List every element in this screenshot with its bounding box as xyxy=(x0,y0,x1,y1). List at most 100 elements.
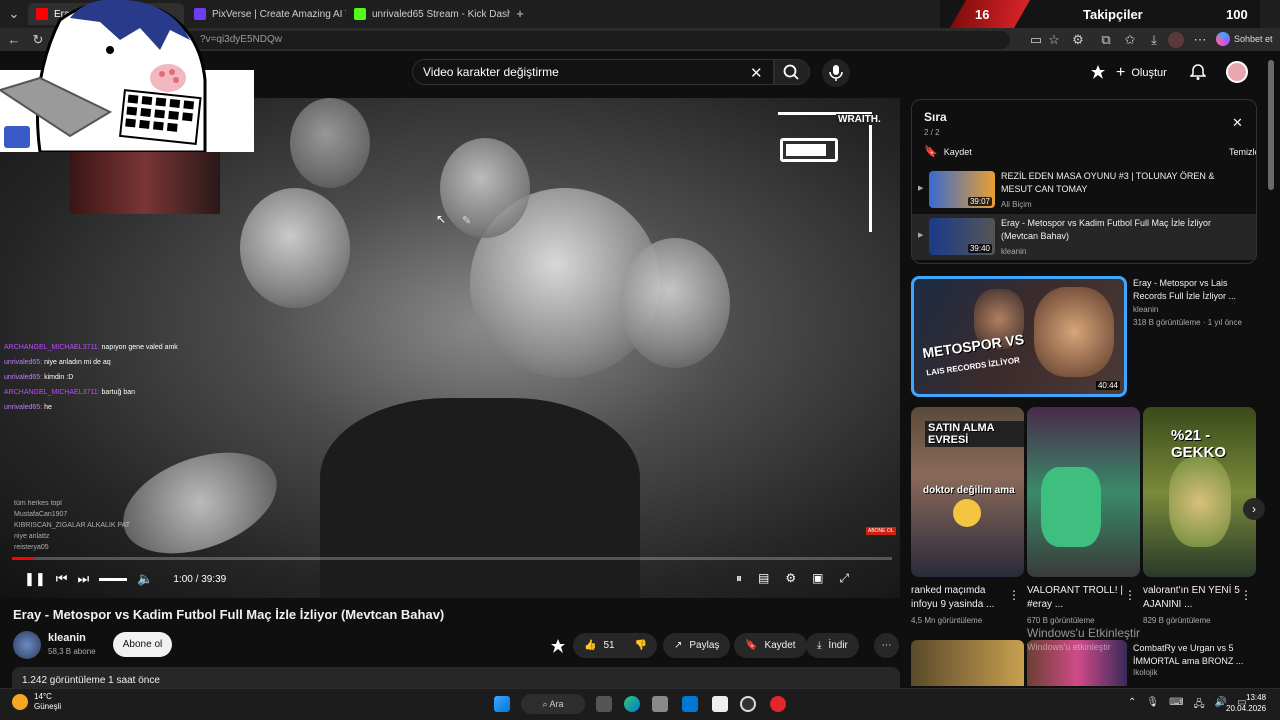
queue-item-title: Eray - Metospor vs Kadim Futbol Full Maç… xyxy=(1001,218,1212,241)
search-input[interactable]: Video karakter değiştirme xyxy=(412,59,774,85)
voice-search-button[interactable] xyxy=(822,59,850,87)
taskbar-search-label: Ara xyxy=(549,699,564,709)
more-horizontal-icon: ⋯ xyxy=(881,640,892,651)
mic-tray-icon[interactable]: 🎙 xyxy=(1146,697,1159,714)
obs-icon[interactable] xyxy=(740,696,756,712)
chat-username: unrivaled65: xyxy=(4,404,43,411)
clear-search-icon[interactable]: ✕ xyxy=(750,64,763,82)
file-icon[interactable] xyxy=(712,696,728,712)
player-controls-right: ⏸ ▤ ⚙ ▣ ⤢ xyxy=(736,571,849,586)
chat-line: niye anlattz xyxy=(14,533,50,540)
featured-thumbnail[interactable]: METOSPOR VS LAIS RECORDS İZLİYOR 40:44 xyxy=(911,276,1127,397)
queue-save-button[interactable]: 🔖 Kaydet xyxy=(924,145,972,158)
short-title[interactable]: valorant'ın EN YENİ 5 AJANINI ... xyxy=(1143,584,1243,612)
favorites-icon[interactable]: ✩ xyxy=(1122,32,1138,48)
extensions-icon[interactable]: ⚙ xyxy=(1070,32,1086,48)
notifications-bell-icon[interactable] xyxy=(1189,63,1207,81)
chat-message: niye anladın mi de aq xyxy=(44,359,111,366)
queue-item[interactable]: ▶ 39:40 Eray - Metospor vs Kadim Futbol … xyxy=(912,214,1256,260)
clip-icon[interactable]: ✎ xyxy=(462,214,471,227)
video-face xyxy=(290,98,370,188)
user-avatar[interactable] xyxy=(1226,61,1248,83)
edge-icon[interactable] xyxy=(624,696,640,712)
chat-username: unrivaled65: xyxy=(4,374,43,381)
plus-icon: + xyxy=(1116,64,1126,81)
tab-kick[interactable]: unrivaled65 Stream - Kick Dashboa ✕ xyxy=(346,3,510,25)
weather-widget[interactable]: 14°C Güneşli xyxy=(12,692,61,712)
taskbar-clock[interactable]: 13:48 20.04.2026 xyxy=(1226,692,1266,714)
more-vertical-icon[interactable]: ⋮ xyxy=(1240,588,1252,602)
recommendation-thumbnail[interactable] xyxy=(911,640,1024,686)
new-tab-icon[interactable]: + xyxy=(512,6,528,22)
copilot-button[interactable]: Sohbet et xyxy=(1216,32,1273,46)
channel-name[interactable]: kleanin xyxy=(48,632,86,644)
video-progress-bar[interactable] xyxy=(12,557,892,560)
like-icon[interactable]: 👍 xyxy=(584,640,596,651)
download-button[interactable]: ⤓ İndir xyxy=(806,633,859,658)
chat-line: ARCHANGEL_MICHAEL3711: bartuğ ban xyxy=(4,385,204,400)
short-title[interactable]: VALORANT TROLL! | #eray ... xyxy=(1027,584,1127,612)
dislike-icon[interactable]: 👎 xyxy=(635,640,647,651)
taskbar-search[interactable]: ⌕ Ara xyxy=(521,694,585,714)
create-video-icon[interactable] xyxy=(1090,64,1106,80)
short-title[interactable]: ranked maçımda infoyu 9 yasinda ... xyxy=(911,584,1011,612)
store-icon[interactable] xyxy=(652,696,668,712)
save-label: Kaydet xyxy=(764,640,796,651)
subscribe-button[interactable]: Abone ol xyxy=(113,632,172,657)
recommendation-title[interactable]: CombatRy ve Urgan vs 5 İMMORTAL ama BRON… xyxy=(1133,642,1253,668)
like-count[interactable]: 51 xyxy=(603,640,614,651)
downloads-icon[interactable]: ⤓ xyxy=(1146,32,1162,48)
search-button[interactable] xyxy=(774,59,810,85)
video-face xyxy=(240,188,350,308)
tray-chevron-icon[interactable]: ⌃ xyxy=(1128,697,1136,714)
thumbnail-face xyxy=(1034,287,1114,377)
page-scrollbar[interactable] xyxy=(1268,60,1274,190)
ai-sparkle-icon[interactable] xyxy=(550,638,566,654)
miniplayer-icon[interactable]: ▣ xyxy=(812,571,823,586)
pause-icon[interactable]: ❚❚ xyxy=(24,571,46,587)
task-view-icon[interactable] xyxy=(596,696,612,712)
windows-start-icon[interactable] xyxy=(494,696,510,712)
short-card[interactable] xyxy=(1027,407,1140,577)
more-vertical-icon[interactable]: ⋮ xyxy=(1124,588,1136,602)
favorite-star-icon[interactable]: ☆ xyxy=(1046,32,1062,48)
queue-thumbnail: 39:07 xyxy=(929,171,995,208)
settings-gear-icon[interactable]: ⚙ xyxy=(785,571,796,586)
create-button[interactable]: + Oluştur xyxy=(1116,62,1167,84)
fullscreen-icon[interactable]: ⤢ xyxy=(839,571,849,586)
channel-avatar[interactable] xyxy=(13,631,41,659)
keyboard-icon[interactable]: ⌨ xyxy=(1169,697,1183,714)
app-red-icon[interactable] xyxy=(770,696,786,712)
close-queue-icon[interactable]: ✕ xyxy=(1232,115,1243,131)
chat-line: MustafaCan1907 xyxy=(14,511,68,518)
volume-icon[interactable]: 🔈 xyxy=(137,571,153,587)
featured-channel[interactable]: kleanin xyxy=(1133,305,1158,314)
autoplay-toggle-icon[interactable]: ⏸ xyxy=(736,571,742,586)
queue-clear-button[interactable]: Temizle xyxy=(1229,147,1256,157)
split-screen-icon[interactable]: ⧉ xyxy=(1098,32,1114,48)
copilot-label: Sohbet et xyxy=(1234,34,1273,44)
queue-panel: Sıra 2 / 2 ✕ 🔖 Kaydet Temizle ▶ 39:07 RE… xyxy=(911,99,1257,264)
short-card[interactable]: %21 - GEKKO xyxy=(1143,407,1256,577)
featured-title[interactable]: Eray - Metospor vs Lais Records Full İzl… xyxy=(1133,277,1253,303)
subtitles-icon[interactable]: ▤ xyxy=(758,571,769,586)
profile-icon[interactable] xyxy=(1168,32,1184,48)
mail-icon[interactable] xyxy=(682,696,698,712)
reader-icon[interactable]: ▭ xyxy=(1028,32,1044,48)
volume-slider[interactable] xyxy=(99,577,128,581)
chat-username: ARCHANGEL_MICHAEL3711: xyxy=(4,389,100,396)
more-vertical-icon[interactable]: ⋮ xyxy=(1008,588,1020,602)
video-face xyxy=(620,238,730,368)
previous-icon[interactable]: ⏮ xyxy=(56,571,68,587)
more-icon[interactable]: ⋯ xyxy=(1192,32,1208,48)
shorts-next-icon[interactable]: › xyxy=(1243,498,1265,520)
stream-chat-overlay: ARCHANGEL_MICHAEL3711: napıyon gene vale… xyxy=(4,340,204,415)
short-card[interactable]: SATIN ALMA EVRESİ doktor değilim ama xyxy=(911,407,1024,577)
recommendation-channel[interactable]: Ikolojik xyxy=(1133,668,1157,677)
next-icon[interactable]: ⏭ xyxy=(78,571,90,587)
queue-item[interactable]: ▶ 39:07 REZİL EDEN MASA OYUNU #3 | TOLUN… xyxy=(912,167,1256,213)
network-icon[interactable]: 🖧 xyxy=(1194,697,1205,714)
share-button[interactable]: ↗ Paylaş xyxy=(663,633,731,658)
save-button[interactable]: 🔖 Kaydet xyxy=(734,633,807,658)
more-actions-button[interactable]: ⋯ xyxy=(874,633,899,658)
